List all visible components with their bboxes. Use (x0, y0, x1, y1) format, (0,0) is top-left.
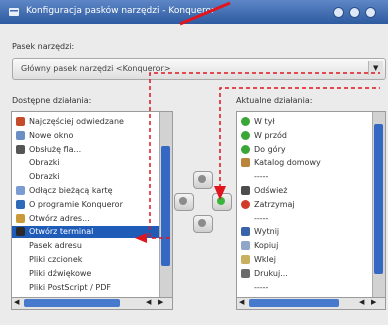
annotation-dashed-path-left (149, 72, 380, 239)
annotation-dashed-path-right (219, 87, 380, 188)
annotation-arrowhead-down (214, 186, 226, 200)
tutorial-annotation (135, 1, 380, 243)
annotation-pointer-line (179, 1, 231, 26)
annotation-arrowhead-left (135, 233, 147, 243)
toolbar-config-window: Konfiguracja pasków narzędzi - Konqueror… (0, 0, 388, 325)
